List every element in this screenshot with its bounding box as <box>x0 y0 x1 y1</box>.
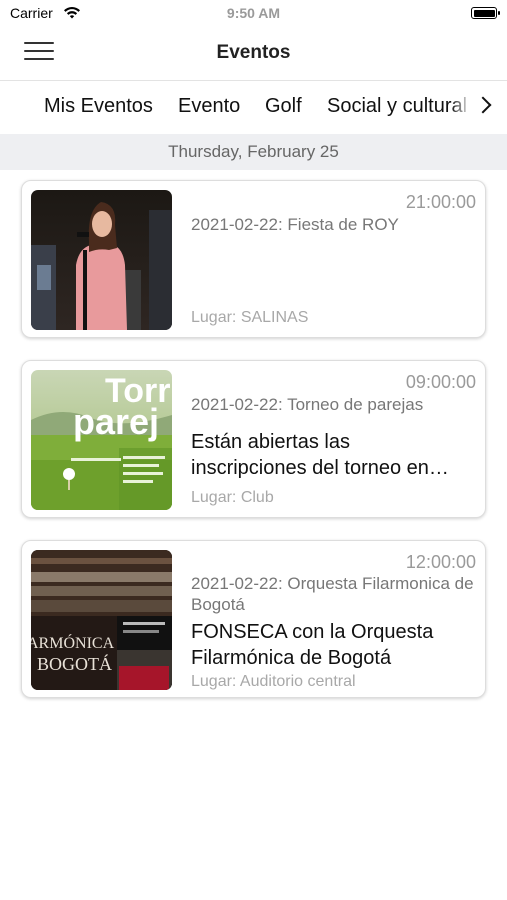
page-title: Eventos <box>216 42 291 63</box>
poster-text-2: parej <box>73 401 159 442</box>
poster-text-1: ARMÓNICA <box>31 633 115 652</box>
event-subtitle: 2021-02-22: Fiesta de ROY <box>191 215 399 234</box>
battery-icon <box>471 7 500 19</box>
tab-golf[interactable]: Golf <box>265 95 302 118</box>
singer-photo <box>31 190 172 330</box>
event-description: Están abiertas las inscripciones del tor… <box>191 431 449 479</box>
orchestra-poster: ARMÓNICA BOGOTÁ <box>31 550 172 690</box>
event-thumbnail: Torr parej <box>31 370 172 510</box>
event-subtitle: 2021-02-22: Orquesta Filarmonica de Bogo… <box>191 574 474 614</box>
event-time: 12:00:00 <box>405 552 476 572</box>
status-bar: Carrier 9:50 AM <box>0 0 507 28</box>
event-card[interactable]: 21:00:00 2021-02-22: Fiesta de ROY Lugar… <box>21 180 486 338</box>
event-subtitle: 2021-02-22: Torneo de parejas <box>191 395 424 414</box>
event-thumbnail: ARMÓNICA BOGOTÁ <box>31 550 172 690</box>
clock: 9:50 AM <box>226 5 281 21</box>
event-time: 21:00:00 <box>405 192 476 212</box>
tab-evento[interactable]: Evento <box>178 95 240 118</box>
event-time: 09:00:00 <box>405 372 476 392</box>
date-section-header: Thursday, February 25 <box>0 134 507 170</box>
event-card[interactable]: ARMÓNICA BOGOTÁ 12:00:00 2021-02-22: Orq… <box>21 540 486 698</box>
category-tabs: Mis Eventos Evento Golf Social y cultura… <box>0 81 507 133</box>
poster-text-2: BOGOTÁ <box>37 653 112 674</box>
event-place: Lugar: SALINAS <box>191 309 309 326</box>
chevron-right-icon[interactable] <box>477 95 497 119</box>
tab-mis-eventos[interactable]: Mis Eventos <box>44 95 153 118</box>
tab-social-y-cultural[interactable]: Social y cultural <box>327 95 467 118</box>
event-place: Lugar: Club <box>191 489 274 506</box>
golf-poster: Torr parej <box>31 370 172 510</box>
event-description: FONSECA con la Orquesta Filarmónica de B… <box>191 621 434 669</box>
nav-bar: Eventos <box>0 28 507 81</box>
event-thumbnail <box>31 190 172 330</box>
event-place: Lugar: Auditorio central <box>191 673 356 690</box>
event-card[interactable]: Torr parej 09:00:00 2021-02-22: Torneo d… <box>21 360 486 518</box>
tab-fade <box>451 81 471 133</box>
